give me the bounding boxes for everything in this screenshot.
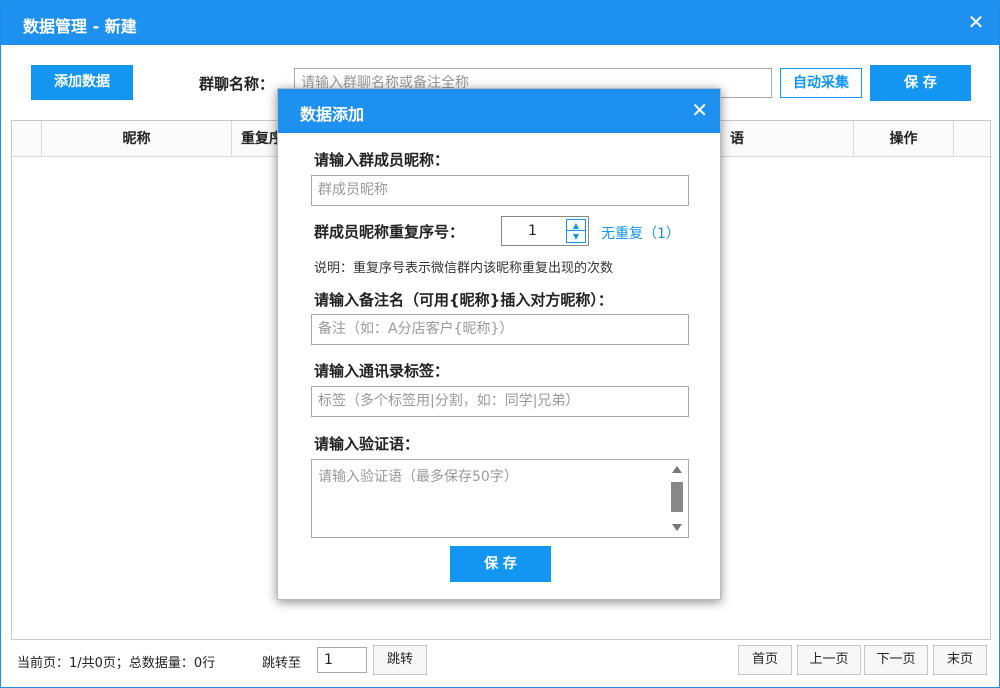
verify-label: 请输入验证语： bbox=[314, 435, 420, 453]
dialog-title-bar: 数据添加 ✕ bbox=[278, 89, 720, 133]
next-page-button[interactable]: 下一页 bbox=[864, 645, 928, 675]
scroll-down-icon[interactable] bbox=[672, 524, 682, 531]
jump-page-input[interactable]: 1 bbox=[317, 647, 367, 673]
add-data-dialog: 数据添加 ✕ 请输入群成员昵称： 群成员昵称 群成员昵称重复序号： 1 ▲ ▼ … bbox=[277, 88, 721, 600]
jump-label: 跳转至 bbox=[262, 656, 302, 671]
repeat-note: 说明：重复序号表示微信群内该昵称重复出现的次数 bbox=[314, 261, 614, 276]
group-name-label: 群聊名称： bbox=[199, 75, 275, 93]
jump-button[interactable]: 跳转 bbox=[373, 645, 427, 675]
tag-input[interactable]: 标签（多个标签用|分割，如：同学|兄弟） bbox=[311, 386, 689, 417]
add-data-button[interactable]: 添加数据 bbox=[31, 65, 133, 100]
dialog-title: 数据添加 bbox=[300, 105, 365, 124]
repeat-index-label: 群成员昵称重复序号： bbox=[314, 223, 465, 241]
nickname-input[interactable]: 群成员昵称 bbox=[311, 175, 689, 206]
dialog-save-button[interactable]: 保 存 bbox=[450, 546, 551, 582]
save-button[interactable]: 保 存 bbox=[870, 65, 971, 101]
page-status: 当前页：1/共0页；总数据量：0行 bbox=[17, 656, 216, 671]
pagination-bar: 当前页：1/共0页；总数据量：0行 跳转至 1 跳转 首页 上一页 下一页 末页 bbox=[11, 641, 991, 681]
nickname-label: 请输入群成员昵称： bbox=[314, 151, 450, 169]
stepper-down-icon[interactable]: ▼ bbox=[567, 231, 585, 242]
verify-scrollbar[interactable] bbox=[668, 462, 686, 535]
column-checkbox bbox=[12, 121, 42, 157]
auto-collect-button[interactable]: 自动采集 bbox=[780, 68, 862, 98]
dialog-close-icon[interactable]: ✕ bbox=[691, 99, 708, 121]
stepper-up-icon[interactable]: ▲ bbox=[567, 220, 585, 231]
column-verify[interactable]: 语 bbox=[718, 121, 854, 157]
close-icon[interactable]: ✕ bbox=[965, 11, 987, 33]
tag-label: 请输入通讯录标签： bbox=[314, 362, 450, 380]
scroll-thumb[interactable] bbox=[671, 482, 683, 512]
remark-label: 请输入备注名（可用{昵称}插入对方昵称）： bbox=[314, 291, 613, 309]
repeat-index-stepper[interactable]: 1 ▲ ▼ bbox=[501, 216, 589, 246]
repeat-hint: 无重复（1） bbox=[601, 226, 680, 242]
window-title: 数据管理 - 新建 bbox=[23, 17, 137, 36]
column-nickname[interactable]: 昵称 bbox=[42, 121, 232, 157]
repeat-index-value: 1 bbox=[528, 223, 537, 239]
prev-page-button[interactable]: 上一页 bbox=[797, 645, 861, 675]
verify-textarea[interactable]: 请输入验证语（最多保存50字） bbox=[311, 459, 689, 538]
column-actions[interactable]: 操作 bbox=[854, 121, 954, 157]
stepper-buttons[interactable]: ▲ ▼ bbox=[566, 219, 586, 243]
verify-placeholder: 请输入验证语（最多保存50字） bbox=[318, 469, 518, 485]
scroll-up-icon[interactable] bbox=[672, 466, 682, 473]
remark-input[interactable]: 备注（如：A分店客户{昵称}） bbox=[311, 314, 689, 345]
first-page-button[interactable]: 首页 bbox=[738, 645, 792, 675]
title-bar: 数据管理 - 新建 ✕ bbox=[1, 1, 999, 45]
last-page-button[interactable]: 末页 bbox=[933, 645, 987, 675]
